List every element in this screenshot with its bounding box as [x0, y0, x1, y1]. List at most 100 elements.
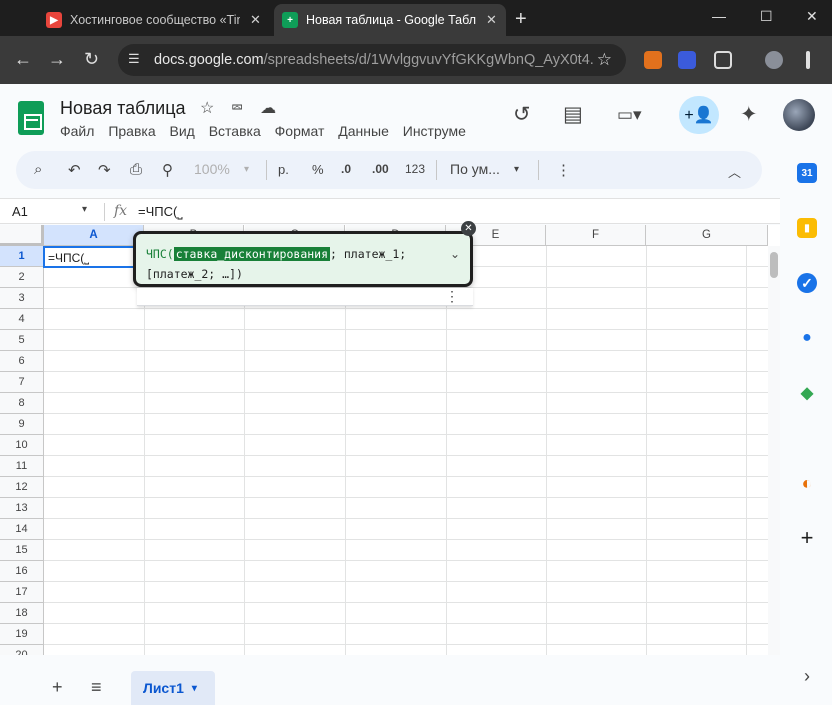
tasks-icon[interactable]: ✓: [797, 273, 817, 293]
cloud-status-icon[interactable]: ☁: [260, 100, 276, 117]
formula-suggestion-popup[interactable]: ЧПС(ставка_дисконтирования; платеж_1; [п…: [133, 231, 473, 287]
browser-tab-hosting[interactable]: ▶ Хостинговое сообщество «Tim ✕: [38, 4, 269, 36]
row-header-17[interactable]: 17: [0, 582, 44, 603]
browser-tabstrip: ▶ Хостинговое сообщество «Tim ✕ + Новая …: [0, 0, 832, 36]
menu-format[interactable]: Формат: [275, 123, 325, 139]
name-box[interactable]: A1: [12, 204, 28, 219]
all-sheets-button[interactable]: ≡: [91, 677, 102, 698]
paint-format-icon[interactable]: ⚲: [162, 161, 173, 179]
row-header-5[interactable]: 5: [0, 330, 44, 351]
row-header-7[interactable]: 7: [0, 372, 44, 393]
menu-data[interactable]: Данные: [338, 123, 389, 139]
search-icon[interactable]: ⌕: [34, 161, 42, 178]
expand-help-chevron-icon[interactable]: ⌄: [450, 244, 460, 264]
currency-format-button[interactable]: р.: [278, 162, 289, 177]
row-header-20[interactable]: 20: [0, 645, 44, 655]
active-cell-a1[interactable]: =ЧПС(⎵: [43, 246, 145, 268]
row-header-6[interactable]: 6: [0, 351, 44, 372]
row-header-19[interactable]: 19: [0, 624, 44, 645]
sheets-logo-icon[interactable]: [18, 101, 44, 135]
row-header-12[interactable]: 12: [0, 477, 44, 498]
office-addon-icon[interactable]: ◐: [797, 473, 817, 493]
share-button[interactable]: +👤: [679, 96, 719, 134]
tab-close-icon[interactable]: ✕: [250, 12, 261, 28]
profile-avatar-icon[interactable]: [765, 51, 783, 69]
row-header-8[interactable]: 8: [0, 393, 44, 414]
meet-icon[interactable]: ▭▾: [617, 105, 642, 125]
font-select[interactable]: По ум...: [450, 161, 500, 177]
bookmark-star-icon[interactable]: ☆: [597, 50, 612, 70]
reload-button[interactable]: ↻: [84, 49, 99, 70]
print-icon[interactable]: ⎙: [130, 161, 142, 178]
row-header-16[interactable]: 16: [0, 561, 44, 582]
sheet-tab-caret-icon[interactable]: ▾: [192, 683, 197, 694]
get-addons-icon[interactable]: +: [797, 525, 817, 550]
gemini-icon[interactable]: ✦: [740, 102, 758, 127]
keep-icon[interactable]: ▮: [797, 218, 817, 238]
name-box-caret-icon[interactable]: ▾: [82, 204, 87, 215]
select-all-corner[interactable]: [0, 225, 44, 246]
window-close-button[interactable]: ✕: [806, 8, 818, 25]
add-sheet-button[interactable]: +: [52, 677, 63, 698]
contacts-icon[interactable]: ●: [797, 328, 817, 348]
extensions-puzzle-icon[interactable]: [714, 51, 732, 69]
close-suggestion-icon[interactable]: ✕: [461, 221, 476, 236]
suggestion-more-icon[interactable]: ⋮: [445, 288, 459, 305]
font-caret-icon[interactable]: ▾: [514, 164, 519, 175]
increase-decimal-button[interactable]: .00: [372, 162, 389, 176]
browser-tab-sheets[interactable]: + Новая таблица - Google Табли ✕: [274, 4, 506, 36]
percent-format-button[interactable]: %: [312, 162, 324, 177]
menu-file[interactable]: Файл: [60, 123, 94, 139]
show-side-panel-icon[interactable]: ›: [797, 666, 817, 686]
extension-shield-icon[interactable]: [678, 51, 696, 69]
tab-close-icon[interactable]: ✕: [486, 12, 497, 28]
forward-button[interactable]: →: [48, 49, 66, 70]
maximize-button[interactable]: ☐: [760, 8, 773, 25]
number-format-button[interactable]: 123: [405, 162, 425, 176]
new-tab-button[interactable]: +: [515, 8, 527, 31]
version-history-icon[interactable]: ↺: [513, 102, 531, 127]
row-header-15[interactable]: 15: [0, 540, 44, 561]
back-button[interactable]: ←: [14, 49, 32, 70]
row-header-10[interactable]: 10: [0, 435, 44, 456]
document-title[interactable]: Новая таблица: [60, 98, 186, 119]
address-bar[interactable]: ☰ docs.google.com/spreadsheets/d/1Wvlggv…: [118, 44, 626, 76]
decrease-decimal-button[interactable]: .0: [341, 162, 351, 176]
row-header-11[interactable]: 11: [0, 456, 44, 477]
row-header-18[interactable]: 18: [0, 603, 44, 624]
row-header-2[interactable]: 2: [0, 267, 44, 288]
menu-view[interactable]: Вид: [170, 123, 195, 139]
menu-insert[interactable]: Вставка: [209, 123, 261, 139]
row-header-1[interactable]: 1: [0, 246, 44, 267]
more-tools-icon[interactable]: ⋮: [556, 161, 571, 179]
formula-input[interactable]: =ЧПС(⎵: [138, 204, 183, 220]
row-header-3[interactable]: 3: [0, 288, 44, 309]
comments-icon[interactable]: ▤: [563, 102, 583, 127]
minimize-button[interactable]: —: [712, 8, 726, 24]
sheet-tab-list1[interactable]: Лист1 ▾: [131, 671, 215, 705]
move-folder-icon[interactable]: ⮹: [231, 100, 244, 117]
browser-menu-icon[interactable]: [806, 51, 810, 69]
menu-edit[interactable]: Правка: [108, 123, 155, 139]
row-header-4[interactable]: 4: [0, 309, 44, 330]
undo-icon[interactable]: ↶: [68, 161, 81, 179]
column-header-f[interactable]: F: [546, 225, 646, 246]
account-avatar[interactable]: [783, 99, 815, 131]
redo-icon[interactable]: ↷: [98, 161, 111, 179]
vertical-scroll-thumb[interactable]: [770, 252, 778, 278]
vertical-scrollbar[interactable]: [768, 246, 780, 655]
star-icon[interactable]: ☆: [200, 100, 214, 117]
maps-icon[interactable]: ◆: [797, 383, 817, 403]
menu-tools[interactable]: Инструме: [403, 123, 466, 139]
column-header-g[interactable]: G: [646, 225, 768, 246]
row-header-13[interactable]: 13: [0, 498, 44, 519]
zoom-caret-icon[interactable]: ▾: [244, 164, 249, 175]
zoom-select[interactable]: 100%: [194, 161, 230, 177]
site-info-icon[interactable]: ☰: [128, 51, 146, 69]
row-header-9[interactable]: 9: [0, 414, 44, 435]
extension-fox-icon[interactable]: [644, 51, 662, 69]
row-header-14[interactable]: 14: [0, 519, 44, 540]
column-header-a[interactable]: A: [44, 225, 144, 246]
calendar-icon[interactable]: 31: [797, 163, 817, 183]
collapse-menus-icon[interactable]: ︿: [728, 162, 741, 181]
